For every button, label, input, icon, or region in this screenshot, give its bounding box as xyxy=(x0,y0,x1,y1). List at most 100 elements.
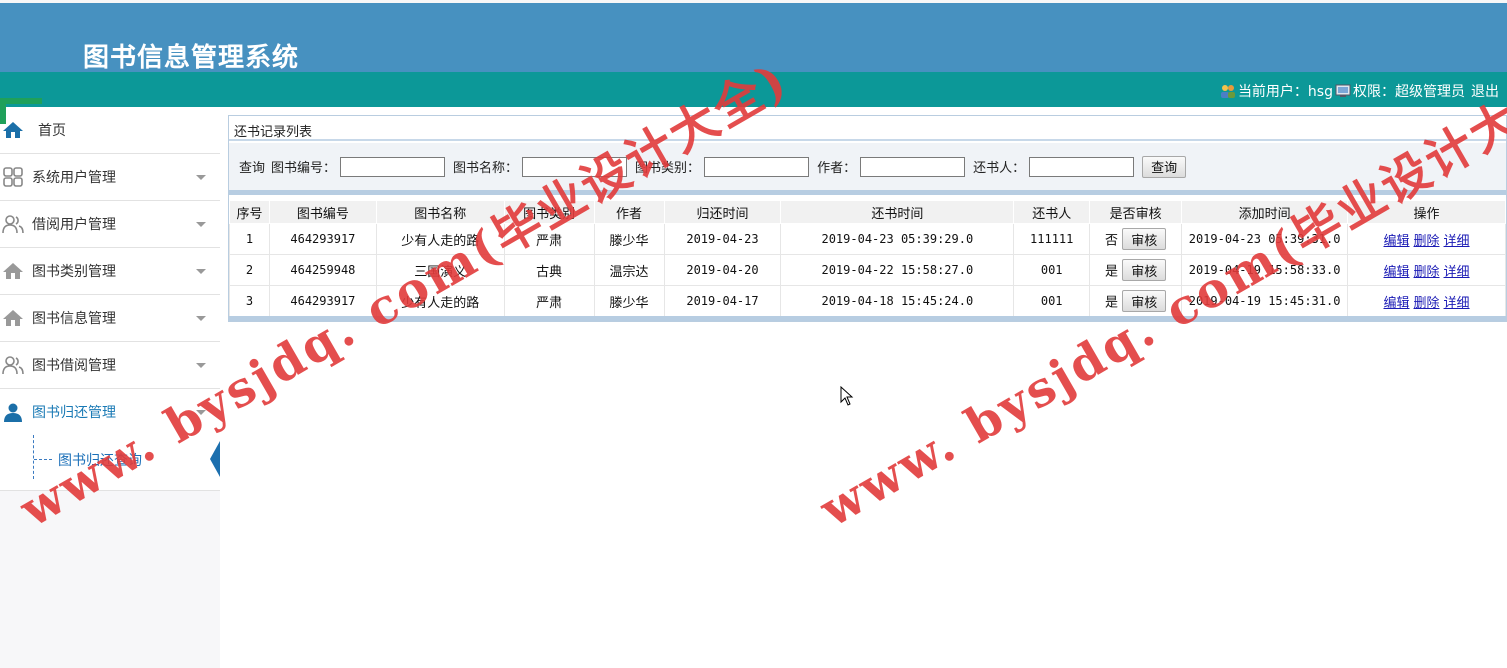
submenu-book-return: 图书归还查询 xyxy=(0,435,220,491)
book-no-input[interactable] xyxy=(340,156,446,177)
col-header: 归还时间 xyxy=(663,200,782,224)
sidebar-item-label: 系统用户管理 xyxy=(32,170,116,186)
sidebar-item-label: 图书借阅管理 xyxy=(32,358,116,374)
cell-actions: 编辑 删除 详细 xyxy=(1347,285,1506,317)
table-row: 2 464259948 三国演义 古典 温宗达 2019-04-20 2019-… xyxy=(229,254,1506,286)
col-header: 还书时间 xyxy=(780,200,1015,224)
active-indicator-icon xyxy=(210,441,220,477)
col-header: 操作 xyxy=(1347,200,1506,224)
sidebar-item-book-return[interactable]: 图书归还管理 xyxy=(0,389,220,436)
sidebar-subitem-return-query[interactable]: 图书归还查询 xyxy=(58,450,142,470)
audit-button[interactable]: 审核 xyxy=(1122,228,1167,250)
detail-link[interactable]: 详细 xyxy=(1444,265,1470,280)
cell-book-no: 464259948 xyxy=(268,254,377,286)
cell-added-time: 2019-04-19 15:45:31.0 xyxy=(1181,285,1349,317)
grid-icon xyxy=(2,166,24,188)
app-title: 图书信息管理系统 xyxy=(83,43,300,73)
sidebar-item-system-users[interactable]: 系统用户管理 xyxy=(0,154,220,201)
cell-due-date: 2019-04-23 xyxy=(663,223,782,255)
audit-status: 是 xyxy=(1105,295,1119,311)
cell-return-time: 2019-04-18 15:45:24.0 xyxy=(780,285,1015,317)
search-bar: 查询 图书编号： 图书名称： 图书类别： 作者： 还书人： 查询 xyxy=(229,143,1506,195)
cell-return-time: 2019-04-22 15:58:27.0 xyxy=(780,254,1015,286)
cell-index: 2 xyxy=(229,254,270,286)
returner-label: 还书人： xyxy=(973,161,1026,176)
user-info: 当前用户：hsg 权限：超级管理员 退出 xyxy=(1220,81,1499,101)
chevron-down-icon xyxy=(196,175,206,180)
cell-index: 3 xyxy=(229,285,270,317)
col-header: 还书人 xyxy=(1013,200,1091,224)
sidebar-item-label: 图书归还管理 xyxy=(32,405,116,421)
cell-book-name: 少有人走的路 xyxy=(375,285,505,317)
chevron-down-icon xyxy=(196,410,206,415)
panel-title: 还书记录列表 xyxy=(229,116,1506,141)
sidebar-item-book-borrow[interactable]: 图书借阅管理 xyxy=(0,342,220,389)
header-banner: 图书信息管理系统 xyxy=(0,0,1507,73)
sidebar-item-book-info[interactable]: 图书信息管理 xyxy=(0,295,220,342)
cell-actions: 编辑 删除 详细 xyxy=(1347,254,1506,286)
cell-book-no: 464293917 xyxy=(268,223,377,255)
table-row: 3 464293917 少有人走的路 严肃 滕少华 2019-04-17 201… xyxy=(229,285,1506,317)
sidebar-item-book-category[interactable]: 图书类别管理 xyxy=(0,248,220,295)
permission-icon xyxy=(1335,84,1351,97)
col-header: 图书类别 xyxy=(503,200,595,224)
cell-index: 1 xyxy=(229,223,270,255)
logout-link[interactable]: 退出 xyxy=(1471,81,1499,101)
table-header-row: 序号 图书编号 图书名称 图书类别 作者 归还时间 还书时间 还书人 是否审核 … xyxy=(229,200,1506,224)
accent-mark xyxy=(0,98,42,104)
sidebar-item-label: 借阅用户管理 xyxy=(32,217,116,233)
mouse-cursor-icon xyxy=(840,386,854,406)
search-button[interactable]: 查询 xyxy=(1142,155,1187,178)
returner-input[interactable] xyxy=(1029,156,1135,177)
cell-author: 温宗达 xyxy=(593,254,665,286)
tree-branch xyxy=(34,459,52,460)
return-records-table: 序号 图书编号 图书名称 图书类别 作者 归还时间 还书时间 还书人 是否审核 … xyxy=(229,200,1506,317)
edit-link[interactable]: 编辑 xyxy=(1384,296,1410,311)
home-icon xyxy=(2,307,24,329)
col-header: 是否审核 xyxy=(1089,200,1183,224)
edit-link[interactable]: 编辑 xyxy=(1384,234,1410,249)
book-name-input[interactable] xyxy=(522,156,628,177)
cell-book-type: 严肃 xyxy=(503,223,595,255)
cell-return-time: 2019-04-23 05:39:29.0 xyxy=(780,223,1015,255)
author-label: 作者： xyxy=(817,161,857,176)
detail-link[interactable]: 详细 xyxy=(1444,296,1470,311)
tree-line xyxy=(33,435,34,479)
cell-book-name: 少有人走的路 xyxy=(375,223,505,255)
col-header: 图书编号 xyxy=(268,200,377,224)
chevron-down-icon xyxy=(196,222,206,227)
sidebar-item-borrow-users[interactable]: 借阅用户管理 xyxy=(0,201,220,248)
sidebar-item-home[interactable]: 首页 xyxy=(0,107,220,154)
delete-link[interactable]: 删除 xyxy=(1414,234,1440,249)
users-icon xyxy=(2,213,24,235)
edit-link[interactable]: 编辑 xyxy=(1384,265,1410,280)
cell-actions: 编辑 删除 详细 xyxy=(1347,223,1506,255)
col-header: 添加时间 xyxy=(1181,200,1349,224)
audit-button[interactable]: 审核 xyxy=(1122,259,1167,281)
home-icon xyxy=(2,260,24,282)
sidebar-item-label: 图书类别管理 xyxy=(32,264,116,280)
col-header: 图书名称 xyxy=(375,200,505,224)
book-type-input[interactable] xyxy=(704,156,810,177)
author-input[interactable] xyxy=(860,156,966,177)
header: 图书信息管理系统 当前用户：hsg 权限：超级管理员 退出 xyxy=(0,0,1507,107)
audit-status: 否 xyxy=(1105,233,1119,249)
delete-link[interactable]: 删除 xyxy=(1414,296,1440,311)
audit-status: 是 xyxy=(1105,264,1119,280)
audit-button[interactable]: 审核 xyxy=(1122,290,1167,312)
book-type-label: 图书类别： xyxy=(635,161,701,176)
cell-added-time: 2019-04-19 15:58:33.0 xyxy=(1181,254,1349,286)
chevron-down-icon xyxy=(196,363,206,368)
panel-footer-bar xyxy=(229,316,1506,321)
chevron-down-icon xyxy=(196,269,206,274)
col-header: 序号 xyxy=(229,200,270,224)
cell-author: 滕少华 xyxy=(593,223,665,255)
cell-author: 滕少华 xyxy=(593,285,665,317)
cell-due-date: 2019-04-17 xyxy=(663,285,782,317)
delete-link[interactable]: 删除 xyxy=(1414,265,1440,280)
cell-due-date: 2019-04-20 xyxy=(663,254,782,286)
user-group-icon xyxy=(1220,85,1235,98)
sidebar: 首页 系统用户管理 借阅用户管理 图书类别管理 图书信息管理 图书借阅管理 图书… xyxy=(0,98,220,668)
detail-link[interactable]: 详细 xyxy=(1444,234,1470,249)
user-bar: 当前用户：hsg 权限：超级管理员 退出 xyxy=(0,72,1507,107)
